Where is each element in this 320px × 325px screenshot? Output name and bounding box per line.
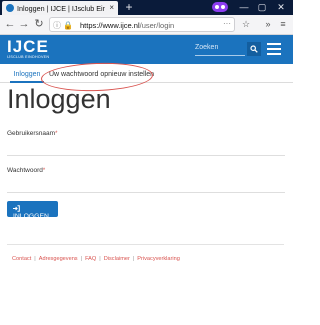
overflow-chevron-icon[interactable]: » bbox=[262, 18, 274, 30]
search-input[interactable]: Zoeken bbox=[195, 42, 245, 56]
maximize-button[interactable]: ▢ bbox=[255, 1, 269, 13]
close-tab-icon[interactable]: × bbox=[109, 3, 114, 12]
browser-tab-title: Inloggen | IJCE | IJsclub Eindho bbox=[17, 4, 105, 13]
browser-nav-bar: ← → ↻ ⓘ 🔒 https://www.ijce.nl/user/login… bbox=[0, 15, 293, 35]
browser-tab-bar: Inloggen | IJCE | IJsclub Eindho × + — ▢… bbox=[0, 0, 293, 15]
page-title: Inloggen bbox=[7, 84, 111, 114]
url-host: https://www.ijce.nl bbox=[80, 21, 140, 30]
search-icon bbox=[250, 45, 258, 53]
footer-divider bbox=[7, 244, 284, 245]
username-label: Gebruikersnaam* bbox=[7, 130, 58, 137]
hamburger-menu-icon[interactable] bbox=[267, 43, 281, 55]
address-bar[interactable]: ⓘ 🔒 https://www.ijce.nl/user/login ··· bbox=[49, 17, 235, 32]
back-arrow-icon[interactable]: ← bbox=[4, 18, 16, 30]
login-button[interactable]: INLOGGEN bbox=[7, 201, 58, 220]
footer-separator: | bbox=[132, 256, 135, 262]
minimize-button[interactable]: — bbox=[237, 1, 251, 13]
password-label: Wachtwoord* bbox=[7, 167, 46, 174]
site-favicon-icon bbox=[6, 4, 14, 12]
logo-mark: IJCE bbox=[7, 37, 49, 56]
site-logo[interactable]: IJCE IJSCLUB EINDHOVEN bbox=[7, 38, 49, 61]
footer-link-contact[interactable]: Contact bbox=[12, 256, 31, 262]
footer-link-privacyverklaring[interactable]: Privacyverklaring bbox=[137, 256, 180, 262]
forward-arrow-icon[interactable]: → bbox=[18, 18, 30, 30]
footer-links: Contact | Adresgegevens | FAQ | Disclaimer | Pri… bbox=[12, 256, 180, 262]
sign-in-icon bbox=[13, 205, 20, 212]
password-field[interactable] bbox=[7, 192, 285, 193]
site-header: IJCE IJSCLUB EINDHOVEN Zoeken bbox=[0, 35, 293, 64]
login-button-label: INLOGGEN bbox=[13, 213, 49, 220]
security-lock-icon: ⓘ 🔒 bbox=[53, 21, 74, 30]
footer-link-faq[interactable]: FAQ bbox=[85, 256, 96, 262]
footer-separator: | bbox=[99, 256, 101, 262]
footer-link-adresgegevens[interactable]: Adresgegevens bbox=[39, 256, 78, 262]
footer-separator: | bbox=[34, 256, 36, 262]
reload-icon[interactable]: ↻ bbox=[33, 18, 45, 30]
url-path: /user/login bbox=[139, 21, 175, 30]
username-field[interactable] bbox=[7, 155, 285, 156]
page-actions-icon[interactable]: ··· bbox=[223, 19, 231, 28]
footer-link-disclaimer[interactable]: Disclaimer bbox=[104, 256, 130, 262]
required-marker: * bbox=[55, 131, 58, 137]
menu-icon[interactable]: ≡ bbox=[277, 18, 289, 30]
browser-tab[interactable]: Inloggen | IJCE | IJsclub Eindho × bbox=[2, 1, 118, 15]
close-window-button[interactable]: ✕ bbox=[274, 1, 288, 13]
logo-subtitle: IJSCLUB EINDHOVEN bbox=[7, 55, 50, 59]
required-marker: * bbox=[42, 168, 46, 174]
new-tab-button[interactable]: + bbox=[123, 1, 135, 13]
bookmark-star-icon[interactable]: ☆ bbox=[240, 18, 252, 30]
search-button[interactable] bbox=[247, 42, 261, 56]
private-browsing-icon bbox=[212, 2, 228, 12]
footer-separator: | bbox=[80, 256, 83, 262]
tab-login[interactable]: Inloggen bbox=[10, 67, 44, 83]
